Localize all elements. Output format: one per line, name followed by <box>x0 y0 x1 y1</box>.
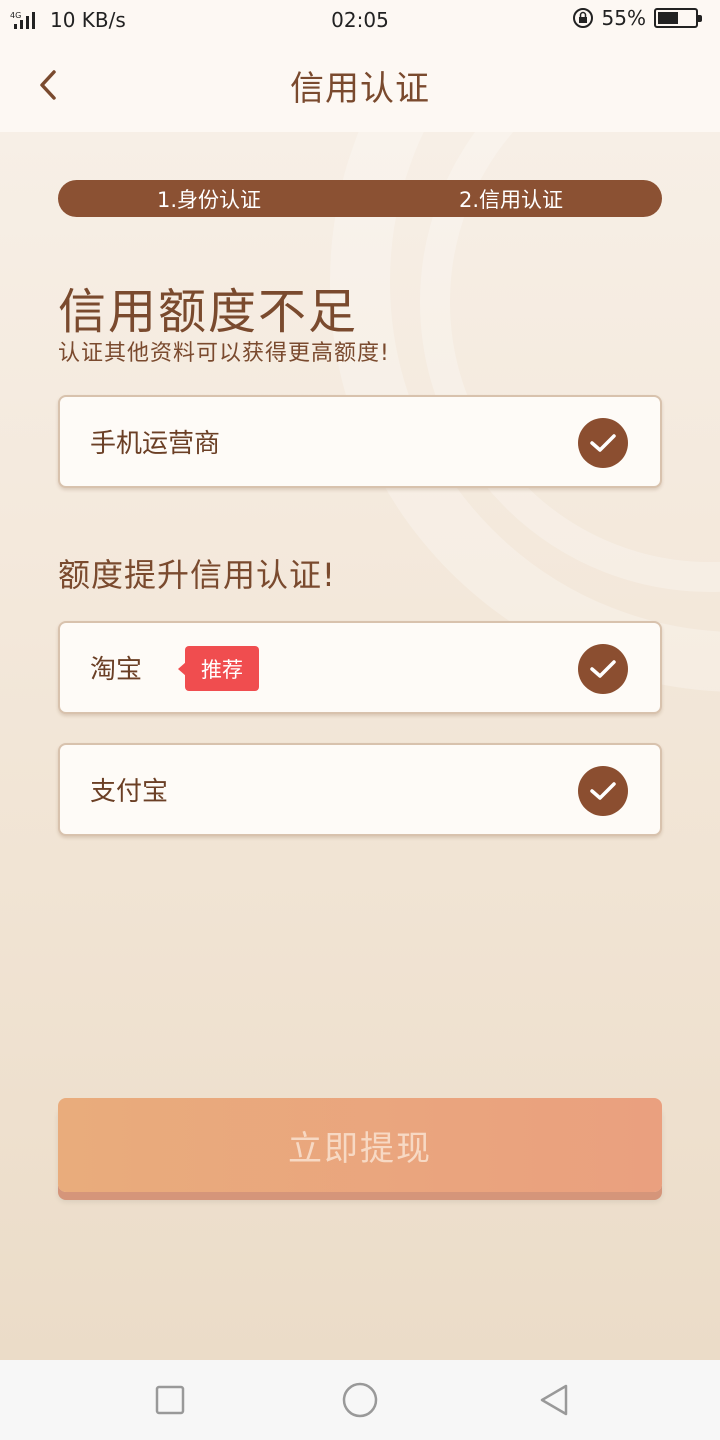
battery-percent: 55% <box>601 6 646 30</box>
rotation-lock-icon <box>572 8 593 28</box>
page-title: 信用认证 <box>290 68 430 109</box>
check-icon <box>578 644 628 694</box>
step-identity: 1.身份认证 <box>156 187 262 212</box>
check-icon <box>578 766 628 816</box>
mobile-carrier-card[interactable]: 手机运营商 <box>58 395 662 488</box>
system-nav-bar <box>0 1360 720 1440</box>
credit-heading: 信用额度不足 <box>58 284 359 340</box>
credit-subheading: 认证其他资料可以获得更高额度! <box>58 341 390 366</box>
withdraw-button[interactable]: 立即提现 <box>58 1098 662 1192</box>
square-icon <box>155 1385 185 1415</box>
step-credit: 2.信用认证 <box>458 187 564 212</box>
chevron-left-icon <box>40 70 56 100</box>
battery-fill <box>658 12 678 24</box>
card-label: 淘宝 <box>90 655 143 685</box>
home-button[interactable] <box>342 1382 378 1418</box>
card-label: 支付宝 <box>90 777 169 807</box>
taobao-card[interactable]: 淘宝 推荐 <box>58 621 662 714</box>
check-icon <box>578 418 628 468</box>
status-bar: 4G 10 KB/s 02:05 55% <box>0 0 720 38</box>
card-label: 手机运营商 <box>90 429 221 459</box>
main-content: 1.身份认证 2.信用认证 信用额度不足 认证其他资料可以获得更高额度! 手机运… <box>0 132 720 1360</box>
progress-steps: 1.身份认证 2.信用认证 <box>58 180 662 217</box>
app-header: 信用认证 <box>0 38 720 132</box>
back-button[interactable] <box>28 60 68 110</box>
recommend-badge: 推荐 <box>178 646 259 691</box>
circle-icon <box>342 1382 378 1418</box>
recent-apps-button[interactable] <box>152 1382 188 1418</box>
triangle-back-icon <box>540 1384 568 1416</box>
alipay-card[interactable]: 支付宝 <box>58 743 662 836</box>
section-title: 额度提升信用认证! <box>58 556 336 594</box>
battery-icon <box>654 8 702 28</box>
back-nav-button[interactable] <box>536 1382 572 1418</box>
